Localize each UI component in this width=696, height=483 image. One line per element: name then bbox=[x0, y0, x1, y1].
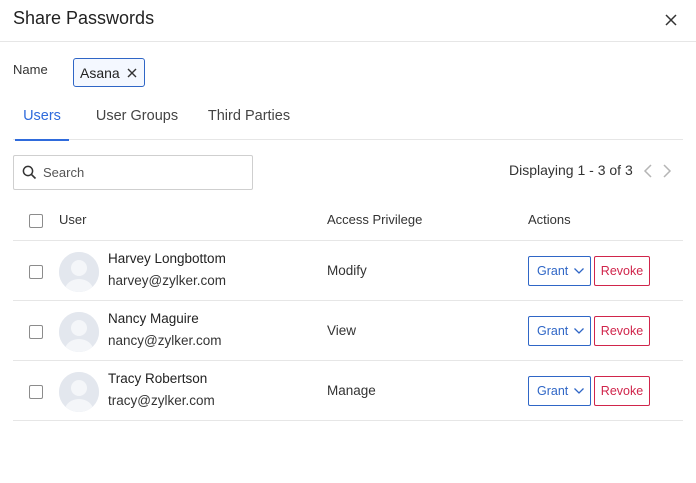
grant-label: Grant bbox=[537, 384, 569, 398]
next-page-button[interactable] bbox=[660, 162, 674, 180]
row-checkbox[interactable] bbox=[29, 385, 43, 399]
tab-user-groups[interactable]: User Groups bbox=[95, 98, 179, 140]
chevron-down-icon bbox=[574, 268, 585, 274]
avatar bbox=[59, 372, 99, 412]
share-passwords-dialog: Share Passwords Name Asana Users User Gr… bbox=[0, 0, 696, 483]
user-avatar-icon bbox=[59, 312, 99, 352]
access-privilege: View bbox=[327, 323, 357, 338]
grant-dropdown-button[interactable]: Grant bbox=[528, 256, 591, 286]
select-all-checkbox[interactable] bbox=[29, 214, 43, 228]
grant-label: Grant bbox=[537, 324, 569, 338]
grant-label: Grant bbox=[537, 264, 569, 278]
grant-dropdown-button[interactable]: Grant bbox=[528, 316, 591, 346]
column-header-access-privilege: Access Privilege bbox=[327, 212, 423, 227]
close-button[interactable] bbox=[660, 9, 682, 31]
user-email: nancy@zylker.com bbox=[108, 333, 222, 348]
prev-page-button[interactable] bbox=[641, 162, 655, 180]
tab-users[interactable]: Users bbox=[15, 98, 69, 141]
row-checkbox[interactable] bbox=[29, 325, 43, 339]
pagination-text: Displaying 1 - 3 of 3 bbox=[509, 162, 633, 178]
access-privilege: Modify bbox=[327, 263, 367, 278]
access-privilege: Manage bbox=[327, 383, 376, 398]
user-email: tracy@zylker.com bbox=[108, 393, 215, 408]
revoke-button[interactable]: Revoke bbox=[594, 256, 650, 286]
search-box bbox=[13, 155, 253, 190]
tab-bar: Users User Groups Third Parties bbox=[13, 98, 683, 141]
avatar bbox=[59, 252, 99, 292]
close-icon bbox=[127, 68, 137, 77]
user-email: harvey@zylker.com bbox=[108, 273, 226, 288]
remove-tag-button[interactable] bbox=[126, 67, 138, 79]
column-header-user: User bbox=[59, 212, 87, 227]
column-header-actions: Actions bbox=[528, 212, 571, 227]
avatar bbox=[59, 312, 99, 352]
chevron-down-icon bbox=[574, 388, 585, 394]
revoke-button[interactable]: Revoke bbox=[594, 316, 650, 346]
user-avatar-icon bbox=[59, 372, 99, 412]
search-input[interactable] bbox=[43, 165, 233, 180]
search-icon bbox=[22, 165, 37, 180]
grant-dropdown-button[interactable]: Grant bbox=[528, 376, 591, 406]
user-name: Nancy Maguire bbox=[108, 311, 199, 326]
name-tag: Asana bbox=[73, 58, 145, 87]
users-table: User Access Privilege Actions Harvey Lon… bbox=[13, 200, 683, 421]
table-row: Nancy Maguire nancy@zylker.com View Gran… bbox=[13, 301, 683, 361]
dialog-header: Share Passwords bbox=[0, 0, 696, 42]
close-icon bbox=[665, 14, 677, 26]
user-name: Harvey Longbottom bbox=[108, 251, 226, 266]
table-header: User Access Privilege Actions bbox=[13, 200, 683, 241]
dialog-title: Share Passwords bbox=[13, 8, 155, 28]
chevron-down-icon bbox=[574, 328, 585, 334]
user-name: Tracy Robertson bbox=[108, 371, 208, 386]
chevron-right-icon bbox=[663, 164, 672, 178]
row-checkbox[interactable] bbox=[29, 265, 43, 279]
chevron-left-icon bbox=[643, 164, 652, 178]
revoke-button[interactable]: Revoke bbox=[594, 376, 650, 406]
table-row: Harvey Longbottom harvey@zylker.com Modi… bbox=[13, 241, 683, 301]
user-avatar-icon bbox=[59, 252, 99, 292]
tab-third-parties[interactable]: Third Parties bbox=[206, 98, 292, 140]
name-label: Name bbox=[13, 62, 48, 77]
table-row: Tracy Robertson tracy@zylker.com Manage … bbox=[13, 361, 683, 421]
name-tag-label: Asana bbox=[80, 64, 120, 81]
